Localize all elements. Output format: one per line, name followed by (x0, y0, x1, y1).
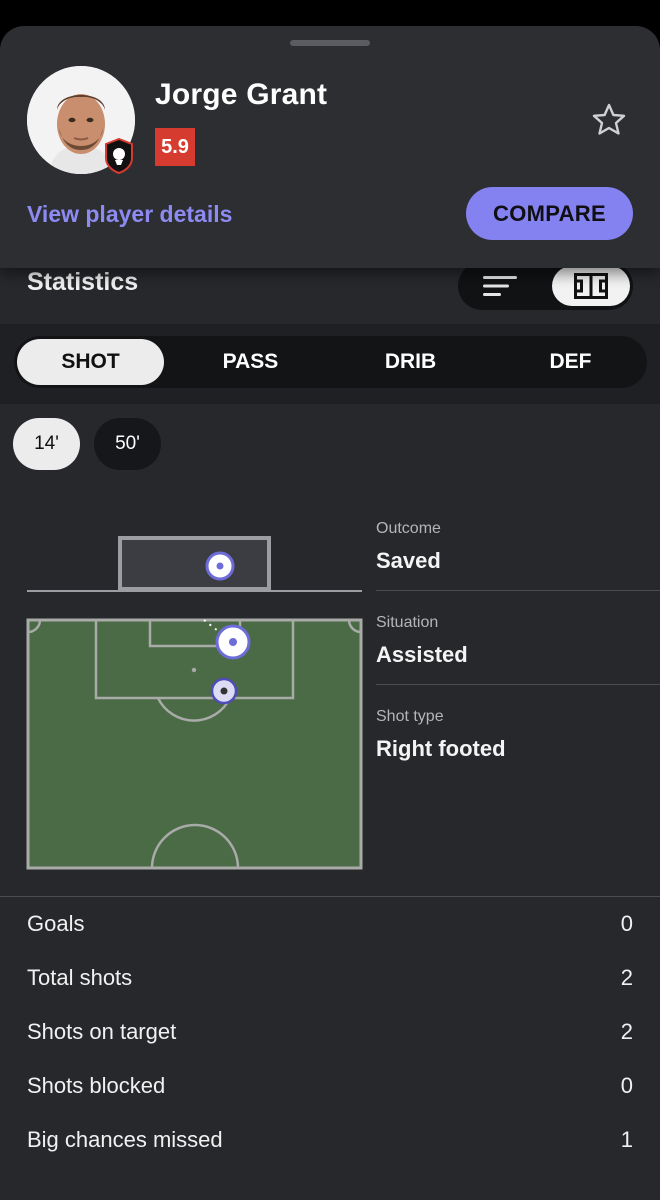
view-player-details-link[interactable]: View player details (27, 201, 232, 228)
detail-situation: Situation Assisted (376, 614, 660, 668)
stat-value: 2 (620, 965, 633, 990)
compare-button[interactable]: COMPARE (466, 187, 633, 240)
stat-value: 0 (620, 1073, 633, 1098)
detail-shot-type: Shot type Right footed (376, 708, 660, 762)
tab-drib[interactable]: DRIB (337, 339, 484, 385)
divider (376, 684, 660, 685)
list-view-button[interactable] (470, 266, 530, 306)
detail-shot-type-label: Shot type (376, 708, 444, 725)
stat-category-tabs: SHOT PASS DRIB DEF (14, 336, 647, 388)
shot-marker[interactable] (210, 677, 238, 705)
tab-shot[interactable]: SHOT (17, 339, 164, 385)
shot-map-graphic (26, 536, 363, 870)
rating-badge: 5.9 (155, 128, 195, 166)
stat-row-shots-on-target: Shots on target 2 (27, 1012, 633, 1052)
shot-map (0, 506, 370, 906)
shot-marker-selected[interactable] (215, 624, 251, 660)
detail-outcome: Outcome Saved (376, 520, 660, 574)
stat-row-big-chances-missed: Big chances missed 1 (27, 1120, 633, 1160)
stat-value: 1 (620, 1127, 633, 1152)
stat-value: 2 (620, 1019, 633, 1044)
stat-row-goals: Goals 0 (27, 904, 633, 944)
divider (376, 590, 660, 591)
tab-pass[interactable]: PASS (177, 339, 324, 385)
detail-shot-type-value: Right footed (376, 736, 506, 761)
pitch-view-button[interactable] (552, 266, 630, 306)
stat-value: 0 (620, 911, 633, 936)
stat-row-total-shots: Total shots 2 (27, 958, 633, 998)
detail-outcome-value: Saved (376, 548, 441, 573)
star-outline-icon[interactable] (591, 102, 627, 138)
stat-row-shots-blocked: Shots blocked 0 (27, 1066, 633, 1106)
pitch-icon (574, 273, 608, 299)
view-toggle (458, 262, 633, 310)
player-name: Jorge Grant (155, 78, 328, 111)
detail-situation-value: Assisted (376, 642, 468, 667)
stat-label: Big chances missed (27, 1127, 223, 1152)
statistics-header: Statistics (0, 262, 660, 324)
pitch-surface (26, 618, 363, 870)
lion-badge-icon (105, 138, 133, 174)
section-divider (0, 896, 660, 897)
penalty-spot (191, 667, 197, 673)
minute-chip-50[interactable]: 50' (94, 418, 161, 470)
detail-situation-label: Situation (376, 614, 439, 631)
player-header: Jorge Grant 5.9 View player details COMP… (0, 26, 660, 268)
shot-on-goal-marker[interactable] (205, 551, 235, 581)
stat-label: Shots blocked (27, 1073, 166, 1098)
stat-label: Total shots (27, 965, 133, 990)
drag-handle[interactable] (290, 40, 370, 46)
stat-label: Goals (27, 911, 85, 936)
tabs-band: SHOT PASS DRIB DEF (0, 324, 660, 404)
list-lines-icon (483, 276, 517, 296)
detail-outcome-label: Outcome (376, 520, 441, 537)
player-sheet: Jorge Grant 5.9 View player details COMP… (0, 26, 660, 1200)
minute-chip-14[interactable]: 14' (13, 418, 80, 470)
statistics-title: Statistics (27, 268, 139, 296)
stat-label: Shots on target (27, 1019, 177, 1044)
goal-frame (118, 536, 271, 591)
tab-def[interactable]: DEF (497, 339, 644, 385)
